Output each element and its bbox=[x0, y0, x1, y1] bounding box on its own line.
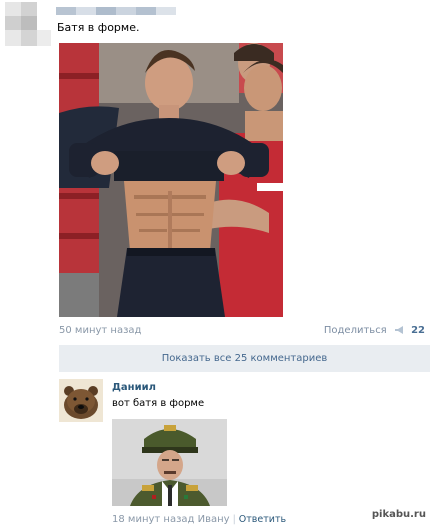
show-all-comments-button[interactable]: Показать все 25 комментариев bbox=[59, 345, 430, 372]
post-photo[interactable] bbox=[59, 43, 283, 317]
comment-author[interactable]: Даниил bbox=[112, 382, 156, 393]
share-label: Поделиться bbox=[323, 325, 387, 336]
post-text: Батя в форме. bbox=[57, 21, 140, 34]
share-count: 22 bbox=[411, 325, 425, 336]
comment-photo[interactable] bbox=[112, 419, 227, 506]
comment-text: вот батя в форме bbox=[112, 398, 205, 409]
meta-separator: | bbox=[232, 514, 236, 525]
avatar[interactable] bbox=[59, 379, 103, 422]
share-button[interactable]: Поделиться 22 bbox=[324, 325, 425, 336]
reply-button[interactable]: Ответить bbox=[239, 514, 286, 525]
post-time[interactable]: 50 минут назад bbox=[59, 325, 141, 336]
watermark: pikabu.ru bbox=[371, 509, 426, 520]
megaphone-icon bbox=[394, 326, 403, 334]
comment-meta: 18 минут назад Ивану | Ответить bbox=[112, 514, 286, 525]
comment-time[interactable]: 18 минут назад Ивану bbox=[112, 514, 230, 525]
